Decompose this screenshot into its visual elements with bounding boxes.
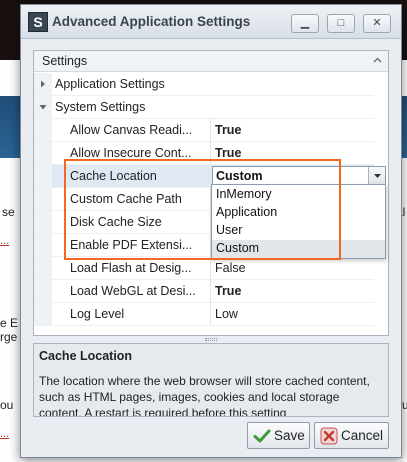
dropdown-arrow-icon bbox=[374, 174, 381, 178]
property-row-load-flash[interactable]: Load Flash at Desig... False bbox=[34, 257, 374, 280]
property-row-allow-insecure-content[interactable]: Allow Insecure Cont... True bbox=[34, 142, 374, 165]
cache-location-combobox[interactable]: Custom bbox=[212, 166, 386, 186]
property-name: Allow Canvas Readi... bbox=[70, 123, 193, 137]
close-button[interactable]: ✕ bbox=[363, 14, 391, 33]
app-logo-icon: S bbox=[28, 12, 48, 32]
property-value[interactable]: True bbox=[215, 123, 241, 137]
dropdown-option-user[interactable]: User bbox=[212, 222, 385, 240]
option-label: InMemory bbox=[216, 187, 272, 201]
description-panel: Cache Location The location where the we… bbox=[33, 343, 389, 417]
background-text: rge bbox=[0, 330, 18, 344]
cache-location-dropdown-list[interactable]: InMemory Application User Custom bbox=[211, 184, 386, 259]
option-label: Application bbox=[216, 205, 278, 219]
grid-header-label: Settings bbox=[42, 54, 88, 68]
property-value[interactable]: False bbox=[215, 261, 246, 275]
title-bar[interactable]: S Advanced Application Settings ▁ □ ✕ bbox=[21, 5, 401, 39]
description-body: The location where the web browser will … bbox=[39, 374, 370, 417]
dropdown-option-inmemory[interactable]: InMemory bbox=[212, 186, 385, 204]
property-value[interactable]: True bbox=[215, 146, 241, 160]
expand-arrow-icon[interactable] bbox=[39, 80, 47, 88]
advanced-settings-dialog: S Advanced Application Settings ▁ □ ✕ Se… bbox=[20, 4, 402, 458]
property-name: Log Level bbox=[70, 307, 125, 321]
property-row-allow-canvas-reading[interactable]: Allow Canvas Readi... True bbox=[34, 119, 374, 142]
splitter-grip-icon bbox=[205, 338, 217, 341]
dropdown-option-custom[interactable]: Custom bbox=[212, 240, 385, 258]
property-name: Cache Location bbox=[70, 169, 157, 183]
property-name: Load WebGL at Desi... bbox=[70, 284, 196, 298]
option-label: Custom bbox=[216, 241, 260, 255]
property-name: Disk Cache Size bbox=[70, 215, 162, 229]
property-name: Custom Cache Path bbox=[70, 192, 182, 206]
close-icon: ✕ bbox=[372, 17, 382, 29]
property-row-load-webgl[interactable]: Load WebGL at Desi... True bbox=[34, 280, 374, 303]
property-value[interactable]: True bbox=[215, 284, 241, 298]
dropdown-option-application[interactable]: Application bbox=[212, 204, 385, 222]
combobox-value: Custom bbox=[216, 169, 263, 183]
category-row-application-settings[interactable]: Application Settings bbox=[34, 73, 374, 96]
cancel-x-icon bbox=[320, 427, 338, 445]
background-text: se bbox=[2, 205, 15, 219]
background-text: ou bbox=[0, 398, 14, 412]
property-row-log-level[interactable]: Log Level Low bbox=[34, 303, 374, 326]
property-name: Enable PDF Extensi... bbox=[70, 238, 193, 252]
background-text: e E bbox=[0, 316, 19, 330]
collapse-arrow-icon[interactable] bbox=[39, 103, 47, 111]
background-link[interactable]: ... bbox=[0, 235, 9, 247]
maximize-icon: □ bbox=[337, 17, 345, 29]
description-title: Cache Location bbox=[39, 349, 133, 363]
property-name: Load Flash at Desig... bbox=[70, 261, 192, 275]
cancel-button-label: Cancel bbox=[341, 428, 384, 443]
save-button[interactable]: Save bbox=[247, 422, 310, 449]
save-button-label: Save bbox=[274, 428, 305, 443]
minimize-icon: ▁ bbox=[300, 17, 310, 29]
dialog-title: Advanced Application Settings bbox=[52, 14, 251, 29]
scroll-up-icon[interactable] bbox=[373, 56, 382, 65]
category-row-system-settings[interactable]: System Settings bbox=[34, 96, 374, 119]
property-value[interactable]: Low bbox=[215, 307, 238, 321]
minimize-button[interactable]: ▁ bbox=[291, 14, 319, 33]
grid-header: Settings bbox=[34, 51, 388, 72]
category-label: Application Settings bbox=[55, 77, 165, 91]
checkmark-icon bbox=[253, 429, 271, 443]
option-label: User bbox=[216, 223, 243, 237]
category-label: System Settings bbox=[55, 100, 146, 114]
maximize-button[interactable]: □ bbox=[327, 14, 355, 33]
property-name: Allow Insecure Cont... bbox=[70, 146, 192, 160]
combobox-dropdown-button[interactable] bbox=[368, 167, 385, 185]
cancel-button[interactable]: Cancel bbox=[314, 422, 389, 449]
background-link[interactable]: ... bbox=[0, 428, 9, 440]
